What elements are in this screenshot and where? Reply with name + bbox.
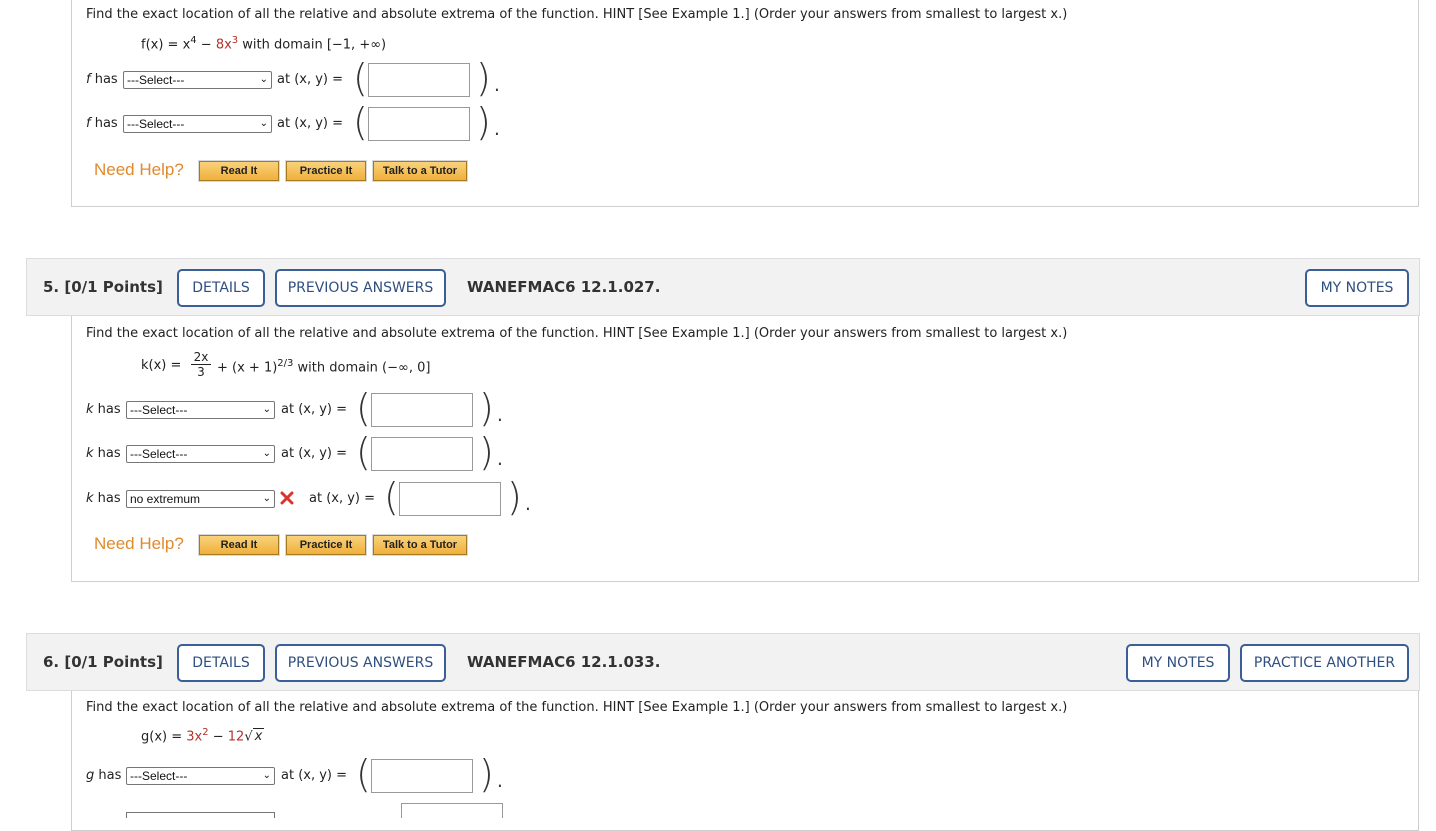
question-5-header: 5. [0/1 Points] DETAILS PREVIOUS ANSWERS…	[26, 258, 1420, 316]
open-paren: (	[384, 475, 399, 519]
incorrect-icon	[280, 491, 294, 505]
talk-to-tutor-button[interactable]: Talk to a Tutor	[372, 160, 468, 182]
close-paren: ).	[507, 475, 534, 519]
at-label: at (x, y) =	[281, 402, 348, 417]
formula-lhs: g(x) =	[141, 729, 187, 745]
coordinate-input[interactable]	[371, 393, 473, 427]
question-6-formula: g(x) = 3x2 − 12√ x	[141, 727, 265, 745]
practice-another-button[interactable]: PRACTICE ANOTHER	[1240, 644, 1409, 682]
sqrt-symbol: √	[244, 729, 253, 745]
chevron-down-icon: ⌄	[259, 118, 268, 129]
question-6-points: 6. [0/1 Points]	[43, 653, 163, 671]
question-5-points: 5. [0/1 Points]	[43, 278, 163, 296]
formula-minus: −	[196, 37, 216, 53]
close-paren: ).	[479, 386, 506, 430]
question-5-code: WANEFMAC6 12.1.027.	[467, 278, 661, 296]
formula-term: 3x	[186, 729, 203, 745]
row-label: k has	[86, 446, 121, 461]
extremum-type-select[interactable]: ---Select--- ⌄	[126, 445, 275, 463]
at-label: at (x, y) =	[281, 768, 348, 783]
question-5-prompt: Find the exact location of all the relat…	[86, 326, 1068, 341]
radicand: x	[252, 728, 265, 745]
question-4-formula: f(x) = x4 − 8x3 with domain [−1, +∞)	[141, 35, 386, 52]
partial-answer-row	[126, 812, 275, 818]
my-notes-button[interactable]: MY NOTES	[1126, 644, 1230, 682]
my-notes-button[interactable]: MY NOTES	[1305, 269, 1409, 307]
question-6-code: WANEFMAC6 12.1.033.	[467, 653, 661, 671]
extremum-type-select[interactable]: no extremum ⌄	[126, 490, 275, 508]
row-label: f has	[86, 72, 118, 87]
open-paren: (	[356, 430, 371, 474]
formula-term: 12	[227, 729, 245, 745]
coordinate-input[interactable]	[371, 759, 473, 793]
coordinate-input[interactable]	[399, 482, 501, 516]
open-paren: (	[356, 386, 371, 430]
close-paren: ).	[476, 56, 503, 100]
read-it-button[interactable]: Read It	[198, 160, 280, 182]
at-label: at (x, y) =	[281, 446, 348, 461]
row-label: f has	[86, 116, 118, 131]
chevron-down-icon: ⌄	[262, 493, 271, 504]
open-paren: (	[353, 100, 368, 144]
at-label: at (x, y) =	[309, 491, 376, 506]
close-paren: ).	[479, 752, 506, 796]
question-4-prompt: Find the exact location of all the relat…	[86, 7, 1068, 22]
close-paren: ).	[476, 100, 503, 144]
practice-it-button[interactable]: Practice It	[285, 160, 367, 182]
formula-term: 8x	[215, 37, 232, 53]
partial-coordinate-input[interactable]	[401, 803, 503, 818]
fraction: 2x 3	[191, 350, 211, 379]
previous-answers-button[interactable]: PREVIOUS ANSWERS	[275, 644, 446, 682]
fraction-numerator: 2x	[191, 350, 211, 365]
at-label: at (x, y) =	[277, 72, 344, 87]
formula-minus: −	[208, 729, 228, 745]
open-paren: (	[353, 56, 368, 100]
formula-lhs: f(x) = x	[141, 37, 191, 53]
fraction-denominator: 3	[197, 365, 205, 379]
details-button[interactable]: DETAILS	[177, 644, 265, 682]
coordinate-input[interactable]	[368, 63, 470, 97]
extremum-type-select[interactable]: ---Select--- ⌄	[123, 71, 272, 89]
row-label: g has	[86, 768, 122, 783]
chevron-down-icon: ⌄	[262, 404, 271, 415]
chevron-down-icon: ⌄	[262, 448, 271, 459]
formula-lhs: k(x) =	[141, 358, 182, 373]
row-label: k has	[86, 402, 121, 417]
at-label: at (x, y) =	[277, 116, 344, 131]
question-6-prompt: Find the exact location of all the relat…	[86, 700, 1068, 715]
chevron-down-icon: ⌄	[262, 770, 271, 781]
coordinate-input[interactable]	[368, 107, 470, 141]
details-button[interactable]: DETAILS	[177, 269, 265, 307]
row-label: k has	[86, 491, 121, 506]
coordinate-input[interactable]	[371, 437, 473, 471]
need-help-label: Need Help?	[94, 160, 184, 179]
extremum-type-select[interactable]: ---Select--- ⌄	[126, 401, 275, 419]
extremum-type-select[interactable]: ---Select--- ⌄	[126, 767, 275, 785]
close-paren: ).	[479, 430, 506, 474]
need-help-label: Need Help?	[94, 534, 184, 553]
read-it-button[interactable]: Read It	[198, 534, 280, 556]
formula-domain: with domain [−1, +∞)	[238, 37, 387, 53]
question-6-header: 6. [0/1 Points] DETAILS PREVIOUS ANSWERS…	[26, 633, 1420, 691]
previous-answers-button[interactable]: PREVIOUS ANSWERS	[275, 269, 446, 307]
open-paren: (	[356, 752, 371, 796]
formula-mid: + (x + 1)2/3 with domain (−∞, 0]	[217, 358, 431, 376]
talk-to-tutor-button[interactable]: Talk to a Tutor	[372, 534, 468, 556]
extremum-type-select[interactable]: ---Select--- ⌄	[123, 115, 272, 133]
chevron-down-icon: ⌄	[259, 74, 268, 85]
practice-it-button[interactable]: Practice It	[285, 534, 367, 556]
